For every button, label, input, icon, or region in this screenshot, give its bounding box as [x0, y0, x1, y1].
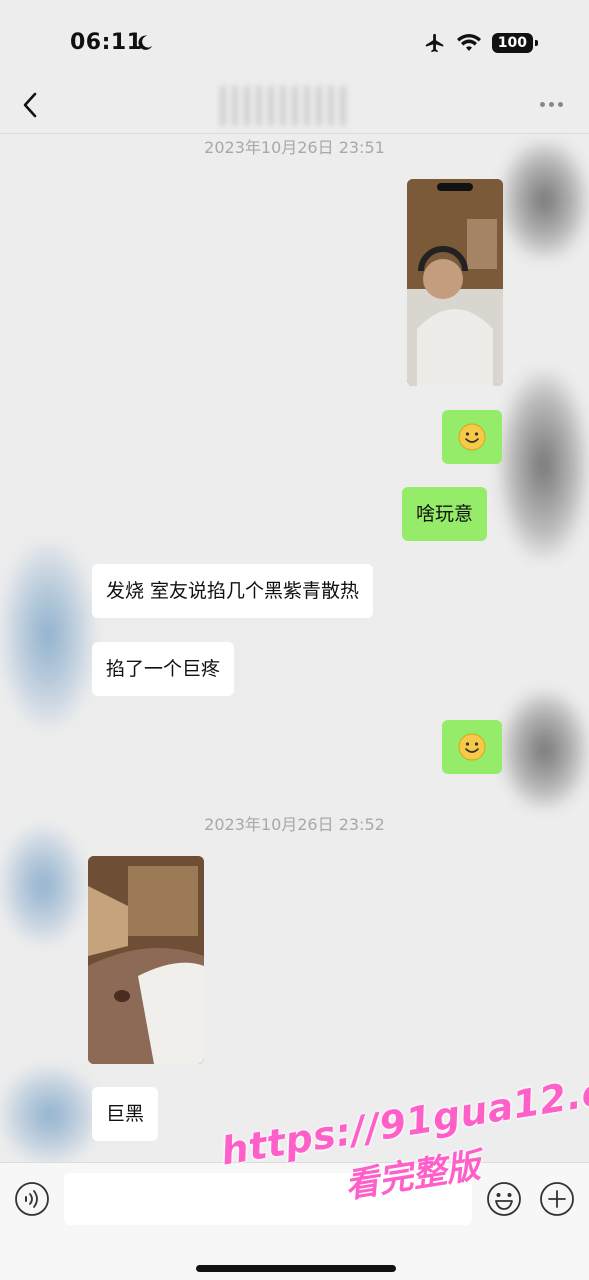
photo-thumbnail	[407, 179, 503, 386]
smiley-emoji-icon	[458, 733, 486, 761]
status-icons: 100	[424, 32, 539, 54]
moon-icon	[138, 35, 153, 50]
outgoing-emoji-message[interactable]	[442, 720, 502, 774]
avatar-redacted	[500, 140, 589, 260]
contact-name-redacted	[220, 86, 350, 126]
outgoing-image-message[interactable]	[407, 179, 503, 386]
more-options-icon[interactable]	[540, 102, 563, 107]
avatar-redacted	[0, 1065, 100, 1165]
incoming-image-message[interactable]	[88, 856, 204, 1064]
status-time: 06:11	[70, 30, 143, 55]
photo-thumbnail	[88, 856, 204, 1064]
back-icon[interactable]	[18, 88, 42, 122]
incoming-text-message[interactable]: 巨黑	[92, 1087, 159, 1141]
wifi-icon	[456, 34, 481, 51]
message-timestamp: 2023年10月26日 23:52	[204, 815, 385, 834]
voice-input-icon[interactable]	[14, 1181, 50, 1217]
smiley-emoji-icon	[458, 423, 486, 451]
outgoing-emoji-message[interactable]	[442, 410, 502, 464]
avatar-redacted	[500, 690, 589, 810]
airplane-icon	[425, 33, 444, 53]
avatar-redacted	[0, 825, 86, 945]
status-bar: 06:11 100	[0, 0, 589, 88]
chat-header	[0, 78, 589, 134]
battery-indicator: 100	[491, 33, 539, 53]
incoming-text-message[interactable]: 发烧 室友说掐几个黑紫青散热	[92, 564, 374, 618]
outgoing-text-message[interactable]: 啥玩意	[402, 487, 488, 541]
incoming-text-message[interactable]: 掐了一个巨疼	[92, 642, 235, 696]
avatar-redacted	[0, 540, 96, 730]
avatar-redacted	[498, 370, 589, 560]
